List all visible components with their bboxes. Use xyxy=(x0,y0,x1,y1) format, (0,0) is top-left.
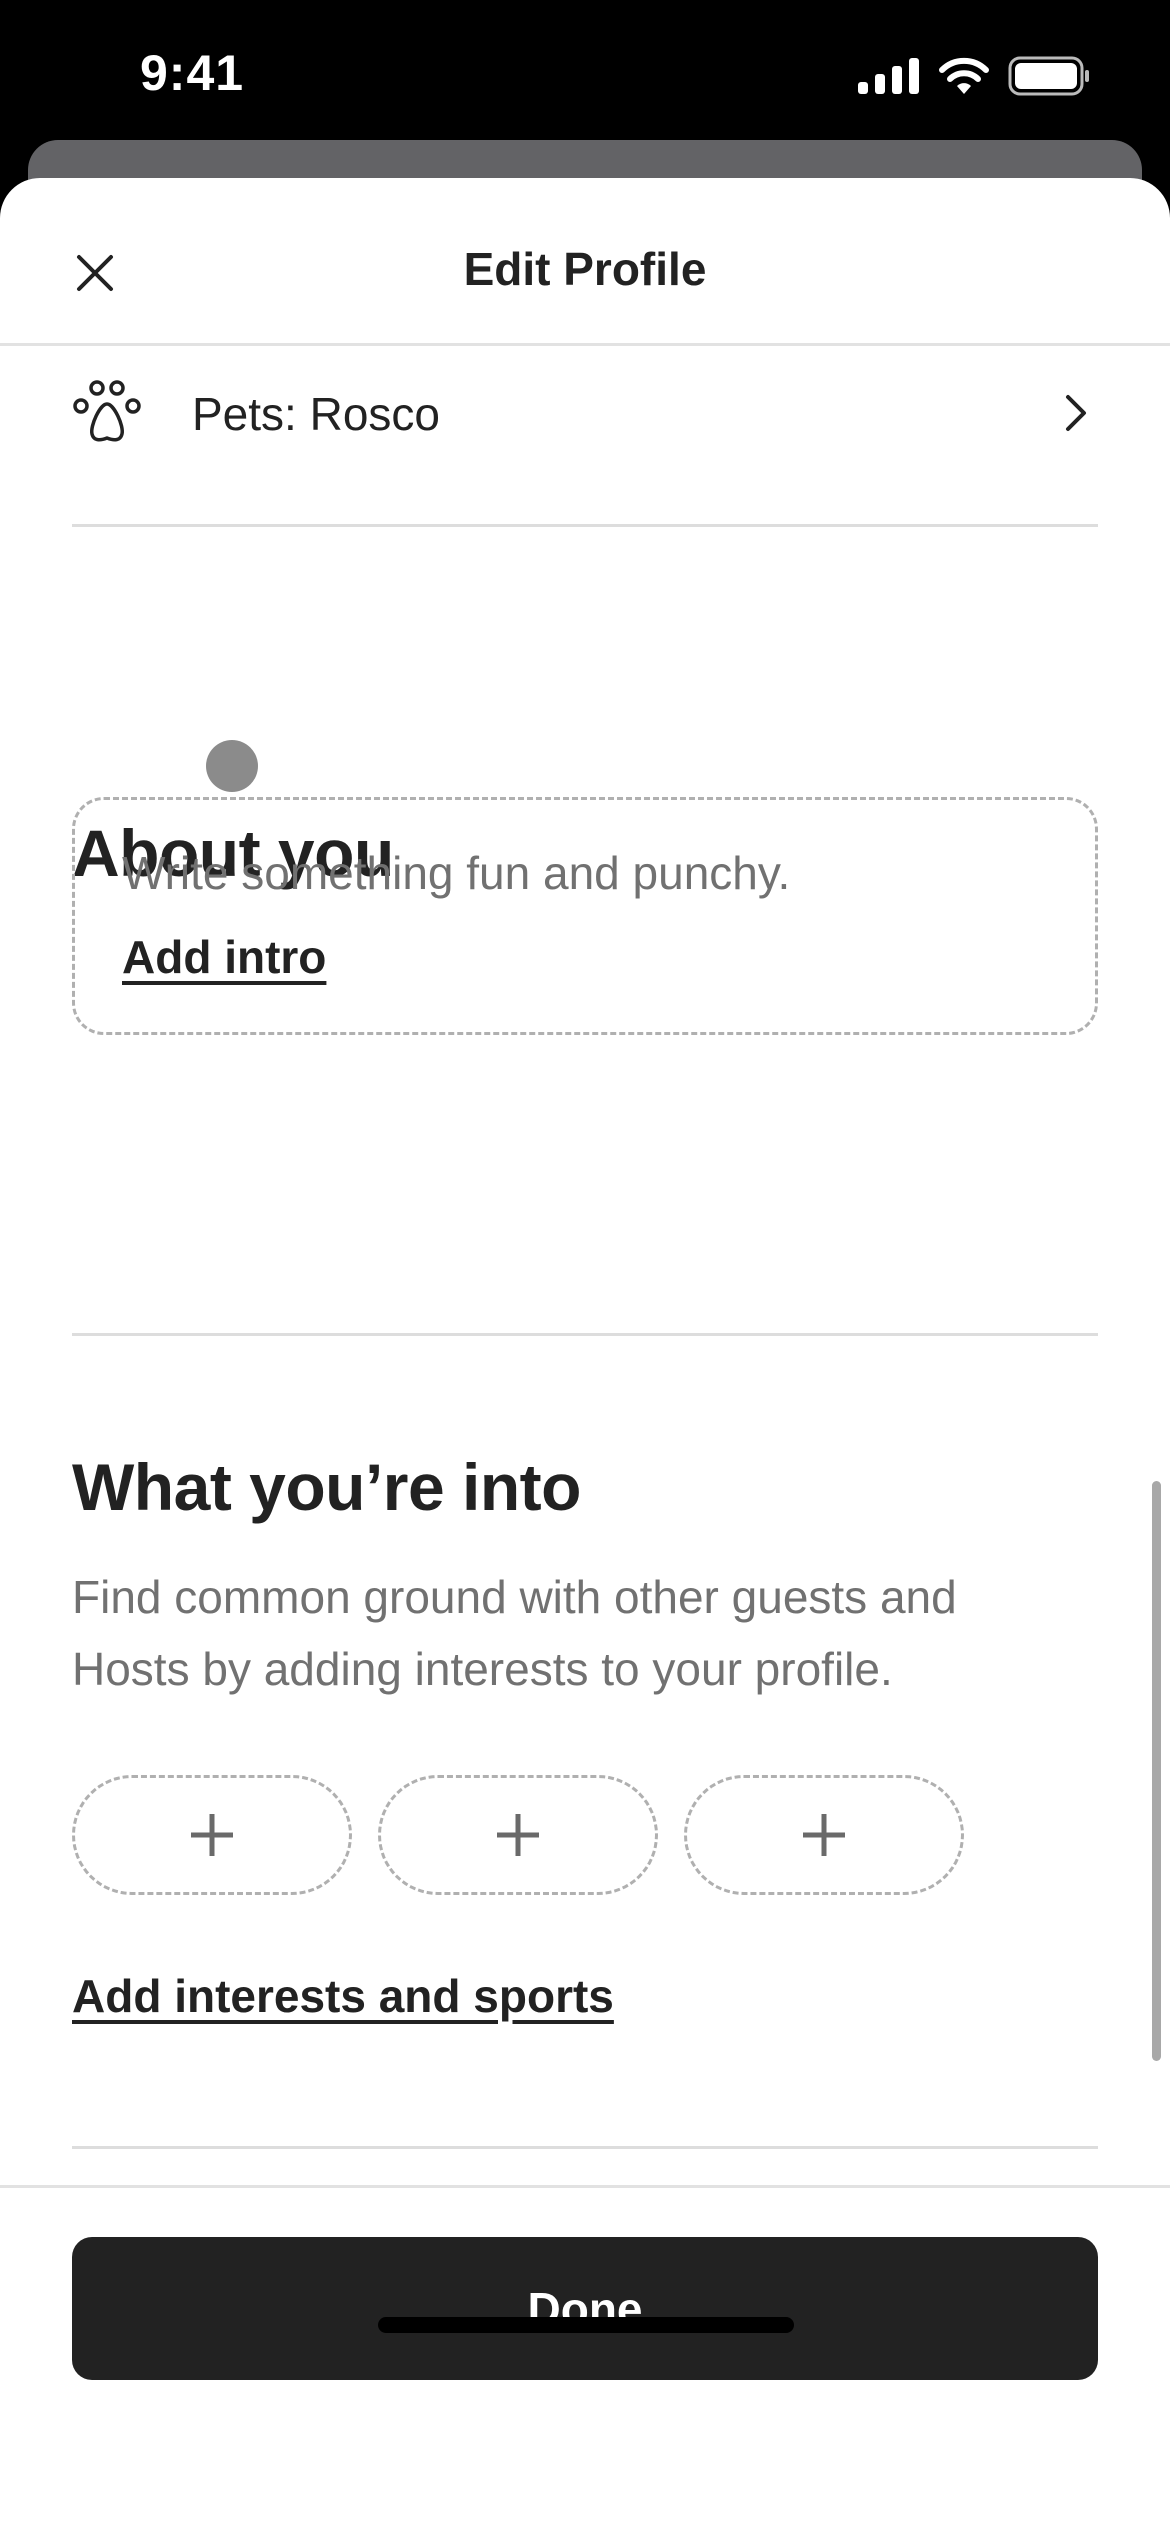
home-indicator[interactable] xyxy=(378,2317,794,2333)
page-title: Edit Profile xyxy=(463,243,707,295)
done-button[interactable]: Done xyxy=(72,2237,1098,2380)
sheet-footer: Done xyxy=(0,2185,1170,2532)
pets-label: Pets: Rosco xyxy=(192,387,440,440)
edit-profile-sheet: Edit Profile Pets: Rosco About you Write… xyxy=(0,178,1170,2532)
scroll-content[interactable]: Pets: Rosco About you Write something fu… xyxy=(0,349,1170,2185)
wifi-icon xyxy=(939,57,989,94)
status-time: 9:41 xyxy=(140,45,245,101)
sheet-header: Edit Profile xyxy=(0,178,1170,346)
pets-row[interactable]: Pets: Rosco xyxy=(72,349,1098,527)
touch-indicator xyxy=(206,740,258,792)
interests-description: Find common ground with other guests and… xyxy=(72,1571,957,1695)
plus-icon xyxy=(191,1814,233,1856)
interest-slots xyxy=(72,1775,964,1895)
status-icons xyxy=(858,56,1090,96)
plus-icon xyxy=(803,1814,845,1856)
what-youre-into-title: What you’re into xyxy=(72,1450,581,1524)
intro-placeholder: Write something fun and punchy. xyxy=(122,847,791,899)
chevron-right-icon xyxy=(1066,395,1086,431)
add-interest-slot[interactable] xyxy=(684,1775,964,1895)
status-bar: 9:41 xyxy=(0,0,1170,140)
scrollbar[interactable] xyxy=(1152,1481,1161,2061)
divider xyxy=(72,2146,1098,2149)
plus-icon xyxy=(497,1814,539,1856)
add-intro-link[interactable]: Add intro xyxy=(122,930,326,984)
add-interest-slot[interactable] xyxy=(72,1775,352,1895)
paw-icon xyxy=(73,379,141,441)
intro-box[interactable]: Write something fun and punchy. Add intr… xyxy=(72,797,1098,1035)
divider xyxy=(72,1333,1098,1336)
cellular-signal-icon xyxy=(858,58,919,94)
add-interest-slot[interactable] xyxy=(378,1775,658,1895)
add-interests-link[interactable]: Add interests and sports xyxy=(72,1969,614,2023)
battery-icon xyxy=(1008,56,1089,96)
